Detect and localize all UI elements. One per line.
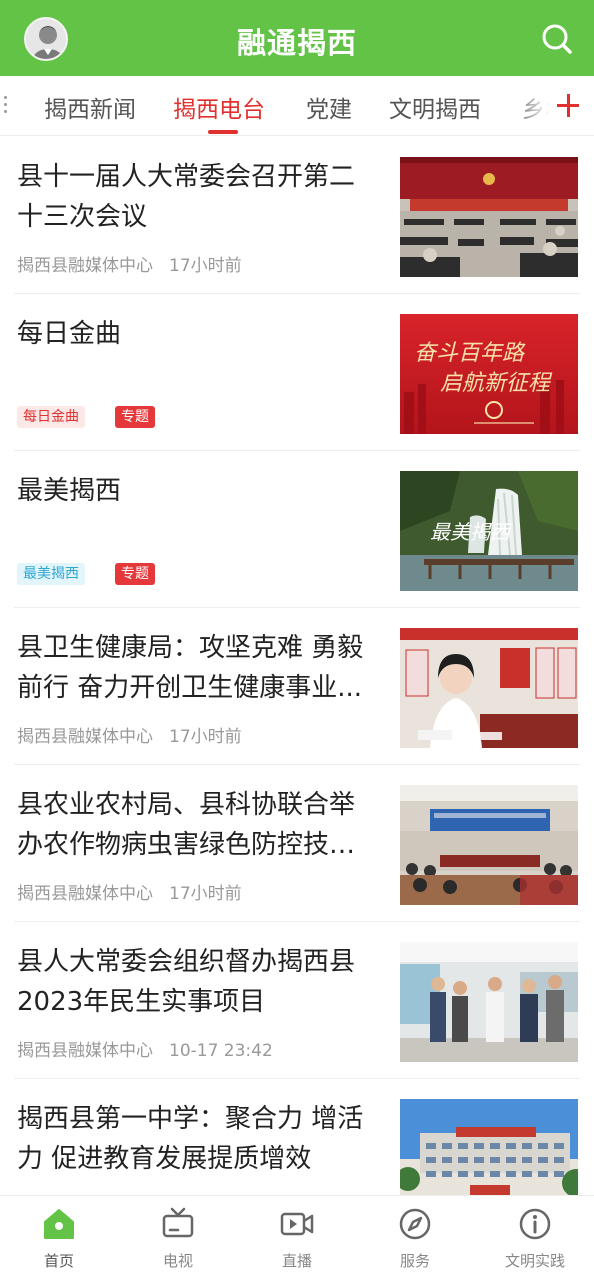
- news-title: 每日金曲: [17, 319, 122, 349]
- bottom-nav: 首页 电视 直播 服务 文明实践: [0, 1195, 594, 1280]
- news-meta: 揭西县融媒体中心 17小时前: [17, 879, 242, 904]
- news-item[interactable]: 最美揭西 最美揭西 专题 最美揭西: [14, 451, 580, 608]
- news-time: 17小时前: [169, 256, 242, 276]
- news-title: 县农业农村局、县科协联合举办农作物病虫害绿色防控技术...: [17, 790, 356, 860]
- search-icon[interactable]: [538, 20, 576, 58]
- tab-fade: [510, 76, 550, 135]
- plus-icon[interactable]: [548, 76, 594, 135]
- news-source: 揭西县融媒体中心: [17, 1041, 153, 1061]
- news-item[interactable]: 县农业农村局、县科协联合举办农作物病虫害绿色防控技术... 揭西县融媒体中心 17…: [14, 765, 580, 922]
- news-thumbnail: 最美揭西: [400, 471, 578, 591]
- news-thumbnail: [400, 785, 578, 905]
- nav-label: 首页: [43, 1252, 74, 1270]
- news-time: 17小时前: [169, 727, 242, 747]
- topic-badge: 专题: [115, 563, 155, 585]
- tab-civilized-jiexi[interactable]: 文明揭西: [389, 90, 481, 124]
- tab-party-building[interactable]: 党建: [306, 90, 352, 124]
- app-header: 融通揭西: [0, 0, 594, 76]
- compass-icon: [399, 1208, 431, 1240]
- news-meta: 揭西县融媒体中心 10-17 23:42: [17, 1036, 273, 1061]
- nav-service[interactable]: 服务: [365, 1206, 465, 1276]
- news-thumbnail: [400, 628, 578, 748]
- news-title: 县卫生健康局：攻坚克难 勇毅前行 奋力开创卫生健康事业...: [17, 633, 364, 703]
- nav-label: 直播: [281, 1252, 312, 1270]
- tag-label: 每日金曲: [17, 406, 85, 428]
- news-title: 县人大常委会组织督办揭西县2023年民生实事项目: [17, 947, 356, 1017]
- news-source: 揭西县融媒体中心: [17, 256, 153, 276]
- news-thumbnail: [400, 157, 578, 277]
- news-tags: 每日金曲 专题: [17, 406, 169, 428]
- news-title: 最美揭西: [17, 476, 122, 506]
- news-source: 揭西县融媒体中心: [17, 727, 153, 747]
- news-time: 17小时前: [169, 884, 242, 904]
- nav-tv[interactable]: 电视: [128, 1206, 228, 1276]
- live-video-icon: [280, 1212, 314, 1236]
- topic-badge: 专题: [115, 406, 155, 428]
- thumb-caption: 最美揭西: [430, 520, 513, 544]
- news-tags: 最美揭西 专题: [17, 563, 169, 585]
- news-item[interactable]: 县卫生健康局：攻坚克难 勇毅前行 奋力开创卫生健康事业... 揭西县融媒体中心 1…: [14, 608, 580, 765]
- nav-live[interactable]: 直播: [247, 1206, 347, 1276]
- news-time: 10-17 23:42: [169, 1041, 273, 1061]
- app-title: 融通揭西: [236, 26, 357, 60]
- home-icon: [44, 1209, 74, 1239]
- news-source: 揭西县融媒体中心: [17, 884, 153, 904]
- nav-civilization-practice[interactable]: 文明实践: [485, 1206, 585, 1276]
- tab-jiexi-radio[interactable]: 揭西电台: [173, 90, 265, 124]
- tag-label: 最美揭西: [17, 563, 85, 585]
- nav-label: 文明实践: [504, 1252, 565, 1270]
- news-thumbnail: 奋斗百年路 启航新征程: [400, 314, 578, 434]
- news-title: 揭西县第一中学：聚合力 增活力 促进教育发展提质增效: [17, 1104, 364, 1174]
- nav-home[interactable]: 首页: [9, 1206, 109, 1276]
- news-meta: 揭西县融媒体中心 17小时前: [17, 722, 242, 747]
- news-meta: 揭西县融媒体中心 17小时前: [17, 251, 242, 276]
- channel-tabs: 揭西新闻 揭西电台 党建 文明揭西 乡村: [0, 76, 594, 136]
- news-thumbnail: [400, 942, 578, 1062]
- thumb-caption: 奋斗百年路: [414, 341, 526, 366]
- news-item[interactable]: 揭西县第一中学：聚合力 增活力 促进教育发展提质增效: [14, 1079, 580, 1195]
- news-item[interactable]: 每日金曲 每日金曲 专题 奋斗百年路 启航新征程: [14, 294, 580, 451]
- news-list: 县十一届人大常委会召开第二十三次会议 揭西县融媒体中心 17小时前 每日金曲 每…: [0, 137, 594, 1195]
- news-item[interactable]: 县十一届人大常委会召开第二十三次会议 揭西县融媒体中心 17小时前: [14, 137, 580, 294]
- nav-label: 电视: [162, 1252, 193, 1270]
- tv-icon: [162, 1207, 194, 1238]
- info-icon: [519, 1208, 551, 1240]
- active-tab-indicator: [208, 130, 238, 134]
- news-title: 县十一届人大常委会召开第二十三次会议: [17, 162, 356, 232]
- thumb-caption: 启航新征程: [440, 371, 553, 396]
- news-item[interactable]: 县人大常委会组织督办揭西县2023年民生实事项目 揭西县融媒体中心 10-17 2…: [14, 922, 580, 1079]
- tab-jiexi-news[interactable]: 揭西新闻: [44, 90, 136, 124]
- nav-label: 服务: [399, 1252, 430, 1270]
- news-thumbnail: [400, 1099, 578, 1195]
- drag-handle-icon[interactable]: [4, 96, 8, 116]
